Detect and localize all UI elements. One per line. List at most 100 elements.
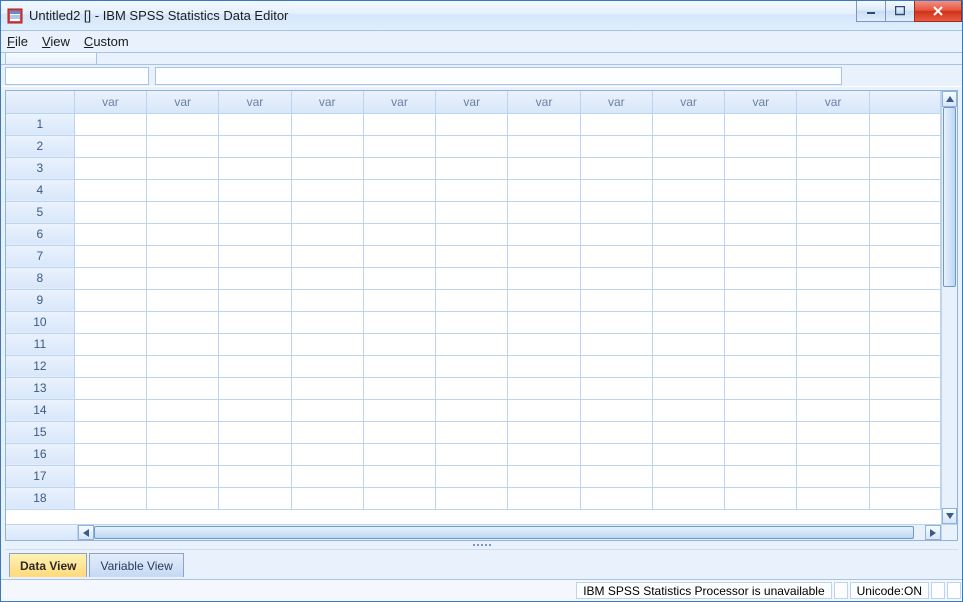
data-cell[interactable] (652, 113, 724, 135)
data-cell[interactable] (74, 333, 146, 355)
data-cell[interactable] (580, 377, 652, 399)
data-cell[interactable] (797, 443, 869, 465)
data-cell[interactable] (291, 245, 363, 267)
data-cell[interactable] (147, 377, 219, 399)
hscroll-thumb[interactable] (94, 526, 914, 539)
data-cell[interactable] (74, 135, 146, 157)
data-cell[interactable] (147, 157, 219, 179)
data-grid[interactable]: varvarvarvarvarvarvarvarvarvarvar1234567… (6, 91, 941, 524)
data-cell[interactable] (291, 377, 363, 399)
data-cell[interactable] (363, 399, 435, 421)
data-cell[interactable] (363, 465, 435, 487)
data-cell[interactable] (147, 135, 219, 157)
column-header[interactable]: var (797, 91, 869, 113)
data-cell[interactable] (508, 487, 580, 509)
data-cell[interactable] (797, 311, 869, 333)
data-cell[interactable] (652, 333, 724, 355)
data-cell[interactable] (580, 201, 652, 223)
data-cell[interactable] (219, 157, 291, 179)
data-cell[interactable] (797, 157, 869, 179)
data-cell[interactable] (797, 487, 869, 509)
data-cell[interactable] (219, 465, 291, 487)
data-cell[interactable] (508, 333, 580, 355)
data-cell[interactable] (580, 311, 652, 333)
data-cell[interactable] (147, 443, 219, 465)
row-header[interactable]: 6 (6, 223, 74, 245)
data-cell[interactable] (363, 355, 435, 377)
data-cell[interactable] (725, 113, 797, 135)
data-cell[interactable] (219, 443, 291, 465)
data-cell[interactable] (147, 223, 219, 245)
data-cell[interactable] (797, 399, 869, 421)
data-cell[interactable] (580, 179, 652, 201)
grid-corner[interactable] (6, 91, 74, 113)
data-cell[interactable] (436, 377, 508, 399)
data-cell[interactable] (436, 135, 508, 157)
data-cell[interactable] (508, 311, 580, 333)
row-header[interactable]: 16 (6, 443, 74, 465)
data-cell[interactable] (219, 135, 291, 157)
data-cell[interactable] (147, 487, 219, 509)
data-cell[interactable] (291, 267, 363, 289)
column-header[interactable]: var (147, 91, 219, 113)
data-cell[interactable] (652, 377, 724, 399)
data-cell[interactable] (580, 487, 652, 509)
data-cell[interactable] (652, 223, 724, 245)
data-cell[interactable] (508, 399, 580, 421)
data-cell[interactable] (725, 289, 797, 311)
data-cell[interactable] (725, 399, 797, 421)
column-header[interactable]: var (725, 91, 797, 113)
data-cell[interactable] (363, 377, 435, 399)
column-header[interactable]: var (580, 91, 652, 113)
formula-input[interactable] (155, 67, 842, 85)
data-cell[interactable] (725, 311, 797, 333)
scroll-right-button[interactable] (925, 525, 941, 540)
data-cell[interactable] (436, 223, 508, 245)
data-cell[interactable] (147, 399, 219, 421)
data-cell[interactable] (74, 223, 146, 245)
data-cell[interactable] (436, 443, 508, 465)
data-cell[interactable] (725, 333, 797, 355)
data-cell[interactable] (363, 311, 435, 333)
row-header[interactable]: 7 (6, 245, 74, 267)
data-cell[interactable] (797, 421, 869, 443)
data-cell[interactable] (74, 113, 146, 135)
data-cell[interactable] (436, 465, 508, 487)
row-header[interactable]: 18 (6, 487, 74, 509)
data-cell[interactable] (508, 223, 580, 245)
data-cell[interactable] (797, 135, 869, 157)
data-cell[interactable] (436, 355, 508, 377)
data-cell[interactable] (291, 201, 363, 223)
data-cell[interactable] (74, 179, 146, 201)
data-cell[interactable] (291, 443, 363, 465)
scroll-down-button[interactable] (942, 508, 957, 524)
scroll-up-button[interactable] (942, 91, 957, 107)
data-cell[interactable] (291, 113, 363, 135)
data-cell[interactable] (797, 245, 869, 267)
data-cell[interactable] (291, 179, 363, 201)
data-cell[interactable] (147, 289, 219, 311)
data-cell[interactable] (508, 113, 580, 135)
data-cell[interactable] (291, 355, 363, 377)
data-cell[interactable] (725, 135, 797, 157)
data-cell[interactable] (797, 201, 869, 223)
data-cell[interactable] (652, 157, 724, 179)
data-cell[interactable] (74, 201, 146, 223)
data-cell[interactable] (652, 311, 724, 333)
data-cell[interactable] (436, 333, 508, 355)
data-cell[interactable] (580, 465, 652, 487)
data-cell[interactable] (725, 201, 797, 223)
data-cell[interactable] (436, 245, 508, 267)
data-cell[interactable] (74, 399, 146, 421)
data-cell[interactable] (363, 421, 435, 443)
data-cell[interactable] (652, 201, 724, 223)
data-cell[interactable] (74, 377, 146, 399)
data-cell[interactable] (580, 289, 652, 311)
menu-view[interactable]: View (42, 34, 70, 49)
data-cell[interactable] (147, 245, 219, 267)
data-cell[interactable] (725, 377, 797, 399)
data-cell[interactable] (147, 333, 219, 355)
data-cell[interactable] (74, 267, 146, 289)
data-cell[interactable] (725, 465, 797, 487)
data-cell[interactable] (363, 223, 435, 245)
